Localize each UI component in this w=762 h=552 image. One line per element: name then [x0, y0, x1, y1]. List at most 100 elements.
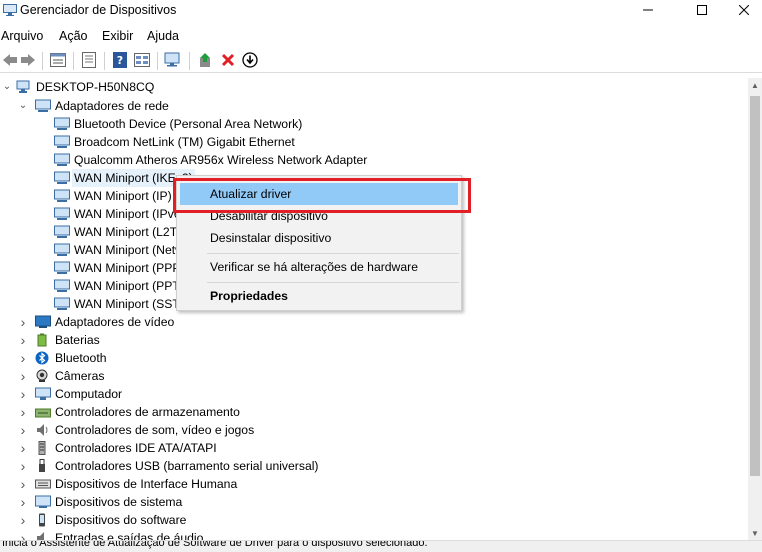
tree-category[interactable]: › Controladores USB (barramento serial un… — [0, 457, 748, 475]
menu-exibir[interactable]: Exibir — [102, 29, 133, 43]
tree-item-label: Controladores USB (barramento serial uni… — [55, 459, 319, 473]
network-adapter-icon — [54, 117, 70, 131]
tree-item-label: Controladores de armazenamento — [55, 405, 240, 419]
chevron-right-icon[interactable]: › — [17, 439, 29, 457]
forward-button[interactable] — [18, 51, 38, 71]
tree-category-network[interactable]: ⌄ Adaptadores de rede — [0, 97, 748, 115]
chevron-right-icon[interactable]: › — [17, 457, 29, 475]
tree-category-label: Adaptadores de rede — [55, 99, 169, 113]
menu-separator — [207, 282, 459, 283]
scroll-up-icon[interactable]: ▲ — [748, 78, 762, 92]
document-icon — [82, 51, 96, 71]
chevron-right-icon[interactable]: › — [17, 313, 29, 331]
chevron-down-icon[interactable]: ⌄ — [17, 97, 29, 115]
hid-icon — [35, 477, 51, 491]
highlight-annotation-box — [173, 178, 471, 213]
view-icon — [134, 52, 150, 70]
scroll-down-icon[interactable]: ▼ — [748, 526, 762, 540]
device-tree[interactable]: ⌄ DESKTOP-H50N8CQ ⌄ Adaptadores de rede … — [0, 78, 748, 552]
maximize-button[interactable] — [679, 0, 725, 22]
toolbar-separator — [104, 52, 105, 70]
menu-item-scan-hardware[interactable]: Verificar se há alterações de hardware — [180, 256, 458, 278]
chevron-right-icon[interactable]: › — [17, 331, 29, 349]
ide-controller-icon — [35, 441, 49, 455]
tree-category[interactable]: › Dispositivos de Interface Humana — [0, 475, 748, 493]
network-adapter-icon — [54, 297, 70, 311]
camera-icon — [35, 369, 49, 383]
tree-item-label: Qualcomm Atheros AR956x Wireless Network… — [74, 153, 368, 167]
add-driver-button[interactable] — [196, 51, 216, 71]
chevron-right-icon[interactable]: › — [17, 475, 29, 493]
help-button[interactable]: ? — [110, 51, 130, 71]
tree-category[interactable]: › Controladores de som, vídeo e jogos — [0, 421, 748, 439]
tree-item-label: Dispositivos de sistema — [55, 495, 183, 509]
view-button[interactable] — [132, 51, 152, 71]
tree-item-network-adapter[interactable]: Broadcom NetLink (TM) Gigabit Ethernet — [0, 133, 748, 151]
tree-item-label: WAN Miniport (L2TP) — [74, 225, 190, 239]
tree-item-label: Controladores de som, vídeo e jogos — [55, 423, 255, 437]
chevron-right-icon[interactable]: › — [17, 493, 29, 511]
tree-item-label: Controladores IDE ATA/ATAPI — [55, 441, 217, 455]
back-button[interactable] — [0, 51, 20, 71]
toolbar-separator — [189, 52, 190, 70]
scan-hardware-icon — [164, 52, 182, 71]
minimize-icon — [643, 4, 653, 18]
svg-text:?: ? — [117, 54, 123, 67]
maximize-icon — [697, 4, 707, 18]
back-arrow-icon — [2, 53, 18, 70]
tree-root[interactable]: ⌄ DESKTOP-H50N8CQ — [0, 78, 748, 96]
tree-item-label: Dispositivos do software — [55, 513, 187, 527]
tree-item-network-adapter[interactable]: Bluetooth Device (Personal Area Network) — [0, 115, 748, 133]
scrollbar-thumb[interactable] — [750, 96, 760, 476]
tree-category[interactable]: › Bluetooth — [0, 349, 748, 367]
minimize-button[interactable] — [625, 0, 671, 22]
menu-arquivo[interactable]: Arquivo — [1, 29, 43, 43]
tree-category[interactable]: › Câmeras — [0, 367, 748, 385]
chevron-right-icon[interactable]: › — [17, 349, 29, 367]
add-driver-icon — [198, 52, 214, 71]
tree-item-network-adapter[interactable]: Qualcomm Atheros AR956x Wireless Network… — [0, 151, 748, 169]
properties-button[interactable] — [79, 51, 99, 71]
network-adapter-icon — [54, 135, 70, 149]
properties-icon — [50, 52, 66, 70]
network-adapter-icon — [54, 279, 70, 293]
menu-acao[interactable]: Ação — [59, 29, 88, 43]
tree-item-label: Adaptadores de vídeo — [55, 315, 175, 329]
display-adapter-icon — [35, 315, 51, 329]
network-adapter-icon — [54, 261, 70, 275]
menu-bar: Arquivo Ação Exibir Ajuda — [0, 27, 762, 47]
menu-item-properties[interactable]: Propriedades — [180, 285, 458, 307]
tree-item-label: WAN Miniport (SSTP) — [74, 297, 193, 311]
menu-item-uninstall-device[interactable]: Desinstalar dispositivo — [180, 227, 458, 249]
scan-hardware-button[interactable] — [163, 51, 183, 71]
tree-category[interactable]: › Computador — [0, 385, 748, 403]
network-adapter-icon — [54, 153, 70, 167]
tree-category[interactable]: › Baterias — [0, 331, 748, 349]
download-button[interactable] — [240, 51, 260, 71]
chevron-right-icon[interactable]: › — [17, 511, 29, 529]
tree-category[interactable]: › Adaptadores de vídeo — [0, 313, 748, 331]
chevron-right-icon[interactable]: › — [17, 403, 29, 421]
menu-ajuda[interactable]: Ajuda — [147, 29, 179, 43]
chevron-right-icon[interactable]: › — [17, 385, 29, 403]
title-bar: Gerenciador de Dispositivos — [0, 0, 762, 22]
bluetooth-icon — [35, 351, 49, 365]
chevron-right-icon[interactable]: › — [17, 367, 29, 385]
tree-category[interactable]: › Controladores IDE ATA/ATAPI — [0, 439, 748, 457]
status-bar: Inicia o Assistente de Atualização de So… — [0, 540, 762, 552]
help-icon: ? — [113, 51, 127, 71]
status-text: Inicia o Assistente de Atualização de So… — [2, 540, 428, 549]
forward-arrow-icon — [20, 53, 36, 70]
tree-root-label: DESKTOP-H50N8CQ — [36, 80, 155, 94]
properties-view-button[interactable] — [48, 51, 68, 71]
vertical-scrollbar[interactable]: ▲ ▼ — [748, 78, 762, 540]
uninstall-button[interactable] — [218, 51, 238, 71]
close-button[interactable] — [726, 0, 762, 22]
chevron-right-icon[interactable]: › — [17, 421, 29, 439]
tree-item-label: Bluetooth Device (Personal Area Network) — [74, 117, 303, 131]
tree-category[interactable]: › Dispositivos de sistema — [0, 493, 748, 511]
tree-category[interactable]: › Dispositivos do software — [0, 511, 748, 529]
tree-category[interactable]: › Controladores de armazenamento — [0, 403, 748, 421]
chevron-down-icon[interactable]: ⌄ — [1, 78, 13, 96]
uninstall-icon — [221, 53, 235, 70]
